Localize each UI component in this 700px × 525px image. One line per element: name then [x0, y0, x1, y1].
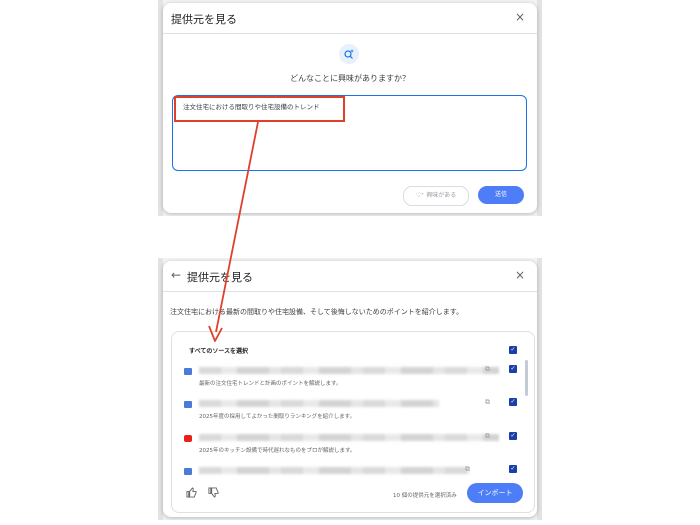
annotation-arrow — [208, 121, 259, 342]
